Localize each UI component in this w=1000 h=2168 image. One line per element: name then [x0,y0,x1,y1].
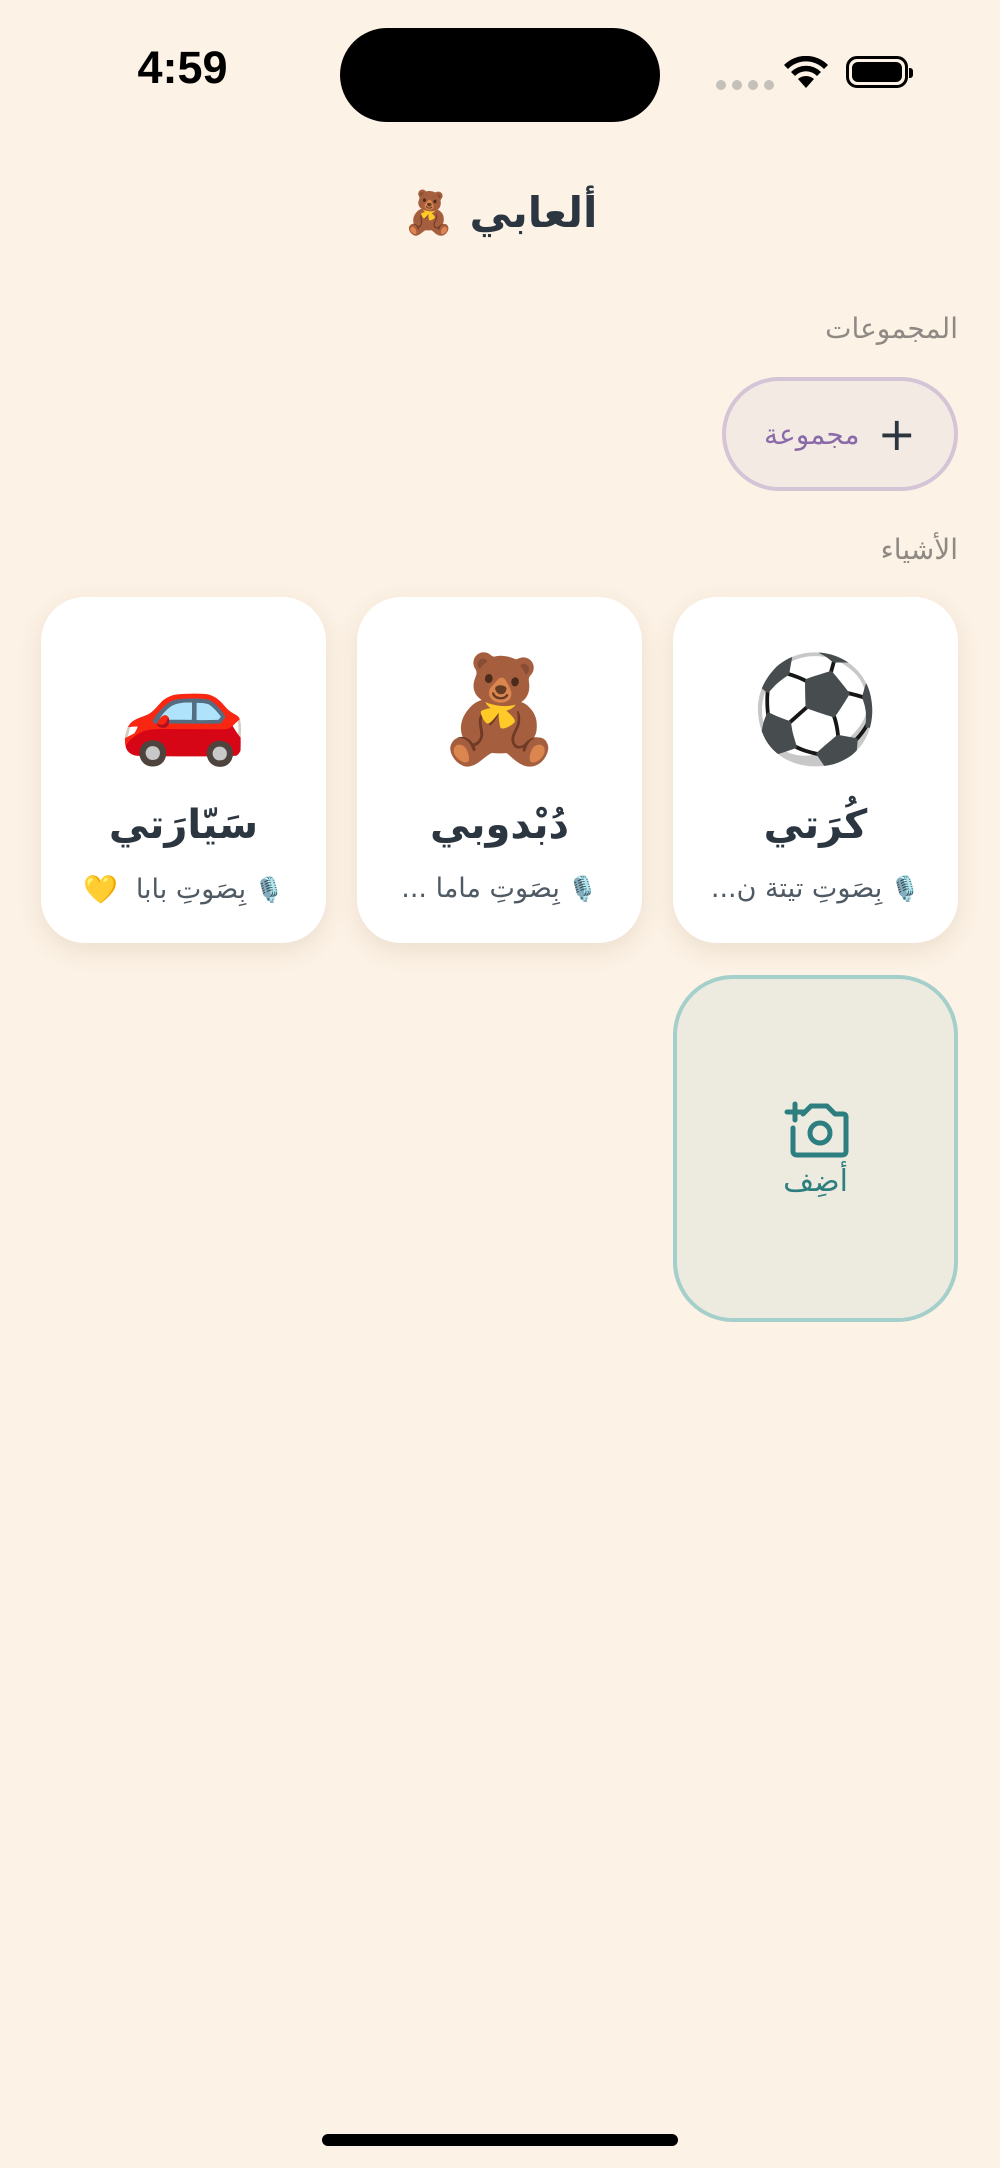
item-voice-text: بِصَوتِ بابا [135,874,247,905]
microphone-icon: 🎙️ [890,874,921,903]
home-indicator[interactable] [322,2134,678,2146]
plus-icon: + [877,407,916,461]
cellular-signal-icon [716,80,774,90]
item-voice-label: 🎙️ بِصَوتِ تيتة ن... [693,873,938,904]
item-voice-label: 🎙️ بِصَوتِ ماما ... [377,873,622,904]
item-voice-text: بِصَوتِ تيتة ن... [710,873,883,904]
wifi-icon [784,56,828,88]
microphone-icon: 🎙️ [567,874,598,903]
add-item-label: أضِف [783,1164,848,1199]
add-group-button[interactable]: + مجموعة [722,377,958,491]
microphone-icon: 🎙️ [254,875,285,904]
items-section-label: الأشياء [880,533,958,566]
ball-icon: ⚽ [750,648,881,770]
item-voice-label: 🎙️ بِصَوتِ بابا 💛 [61,873,306,906]
item-name: كُرَتي [763,802,868,848]
page-title: ألعابي 🧸 [402,188,598,237]
add-item-button[interactable]: أضِف [673,975,958,1322]
item-name: سَيّارَتي [108,802,259,848]
item-card[interactable]: 🧸 دُبْدوبي 🎙️ بِصَوتِ ماما ... [357,597,642,943]
status-time: 4:59 [137,42,228,93]
dynamic-island [340,28,660,122]
battery-icon [846,56,913,88]
heart-icon: 💛 [82,873,118,906]
groups-section-label: المجموعات [825,312,958,345]
item-name: دُبْدوبي [429,802,569,848]
item-voice-text: بِصَوتِ ماما ... [401,873,560,904]
item-card[interactable]: 🚗 سَيّارَتي 🎙️ بِصَوتِ بابا 💛 [41,597,326,943]
car-icon: 🚗 [118,648,249,770]
item-card[interactable]: ⚽ كُرَتي 🎙️ بِصَوتِ تيتة ن... [673,597,958,943]
add-group-label: مجموعة [764,417,860,451]
camera-plus-icon [784,1101,848,1158]
teddy-bear-icon: 🧸 [434,648,565,770]
